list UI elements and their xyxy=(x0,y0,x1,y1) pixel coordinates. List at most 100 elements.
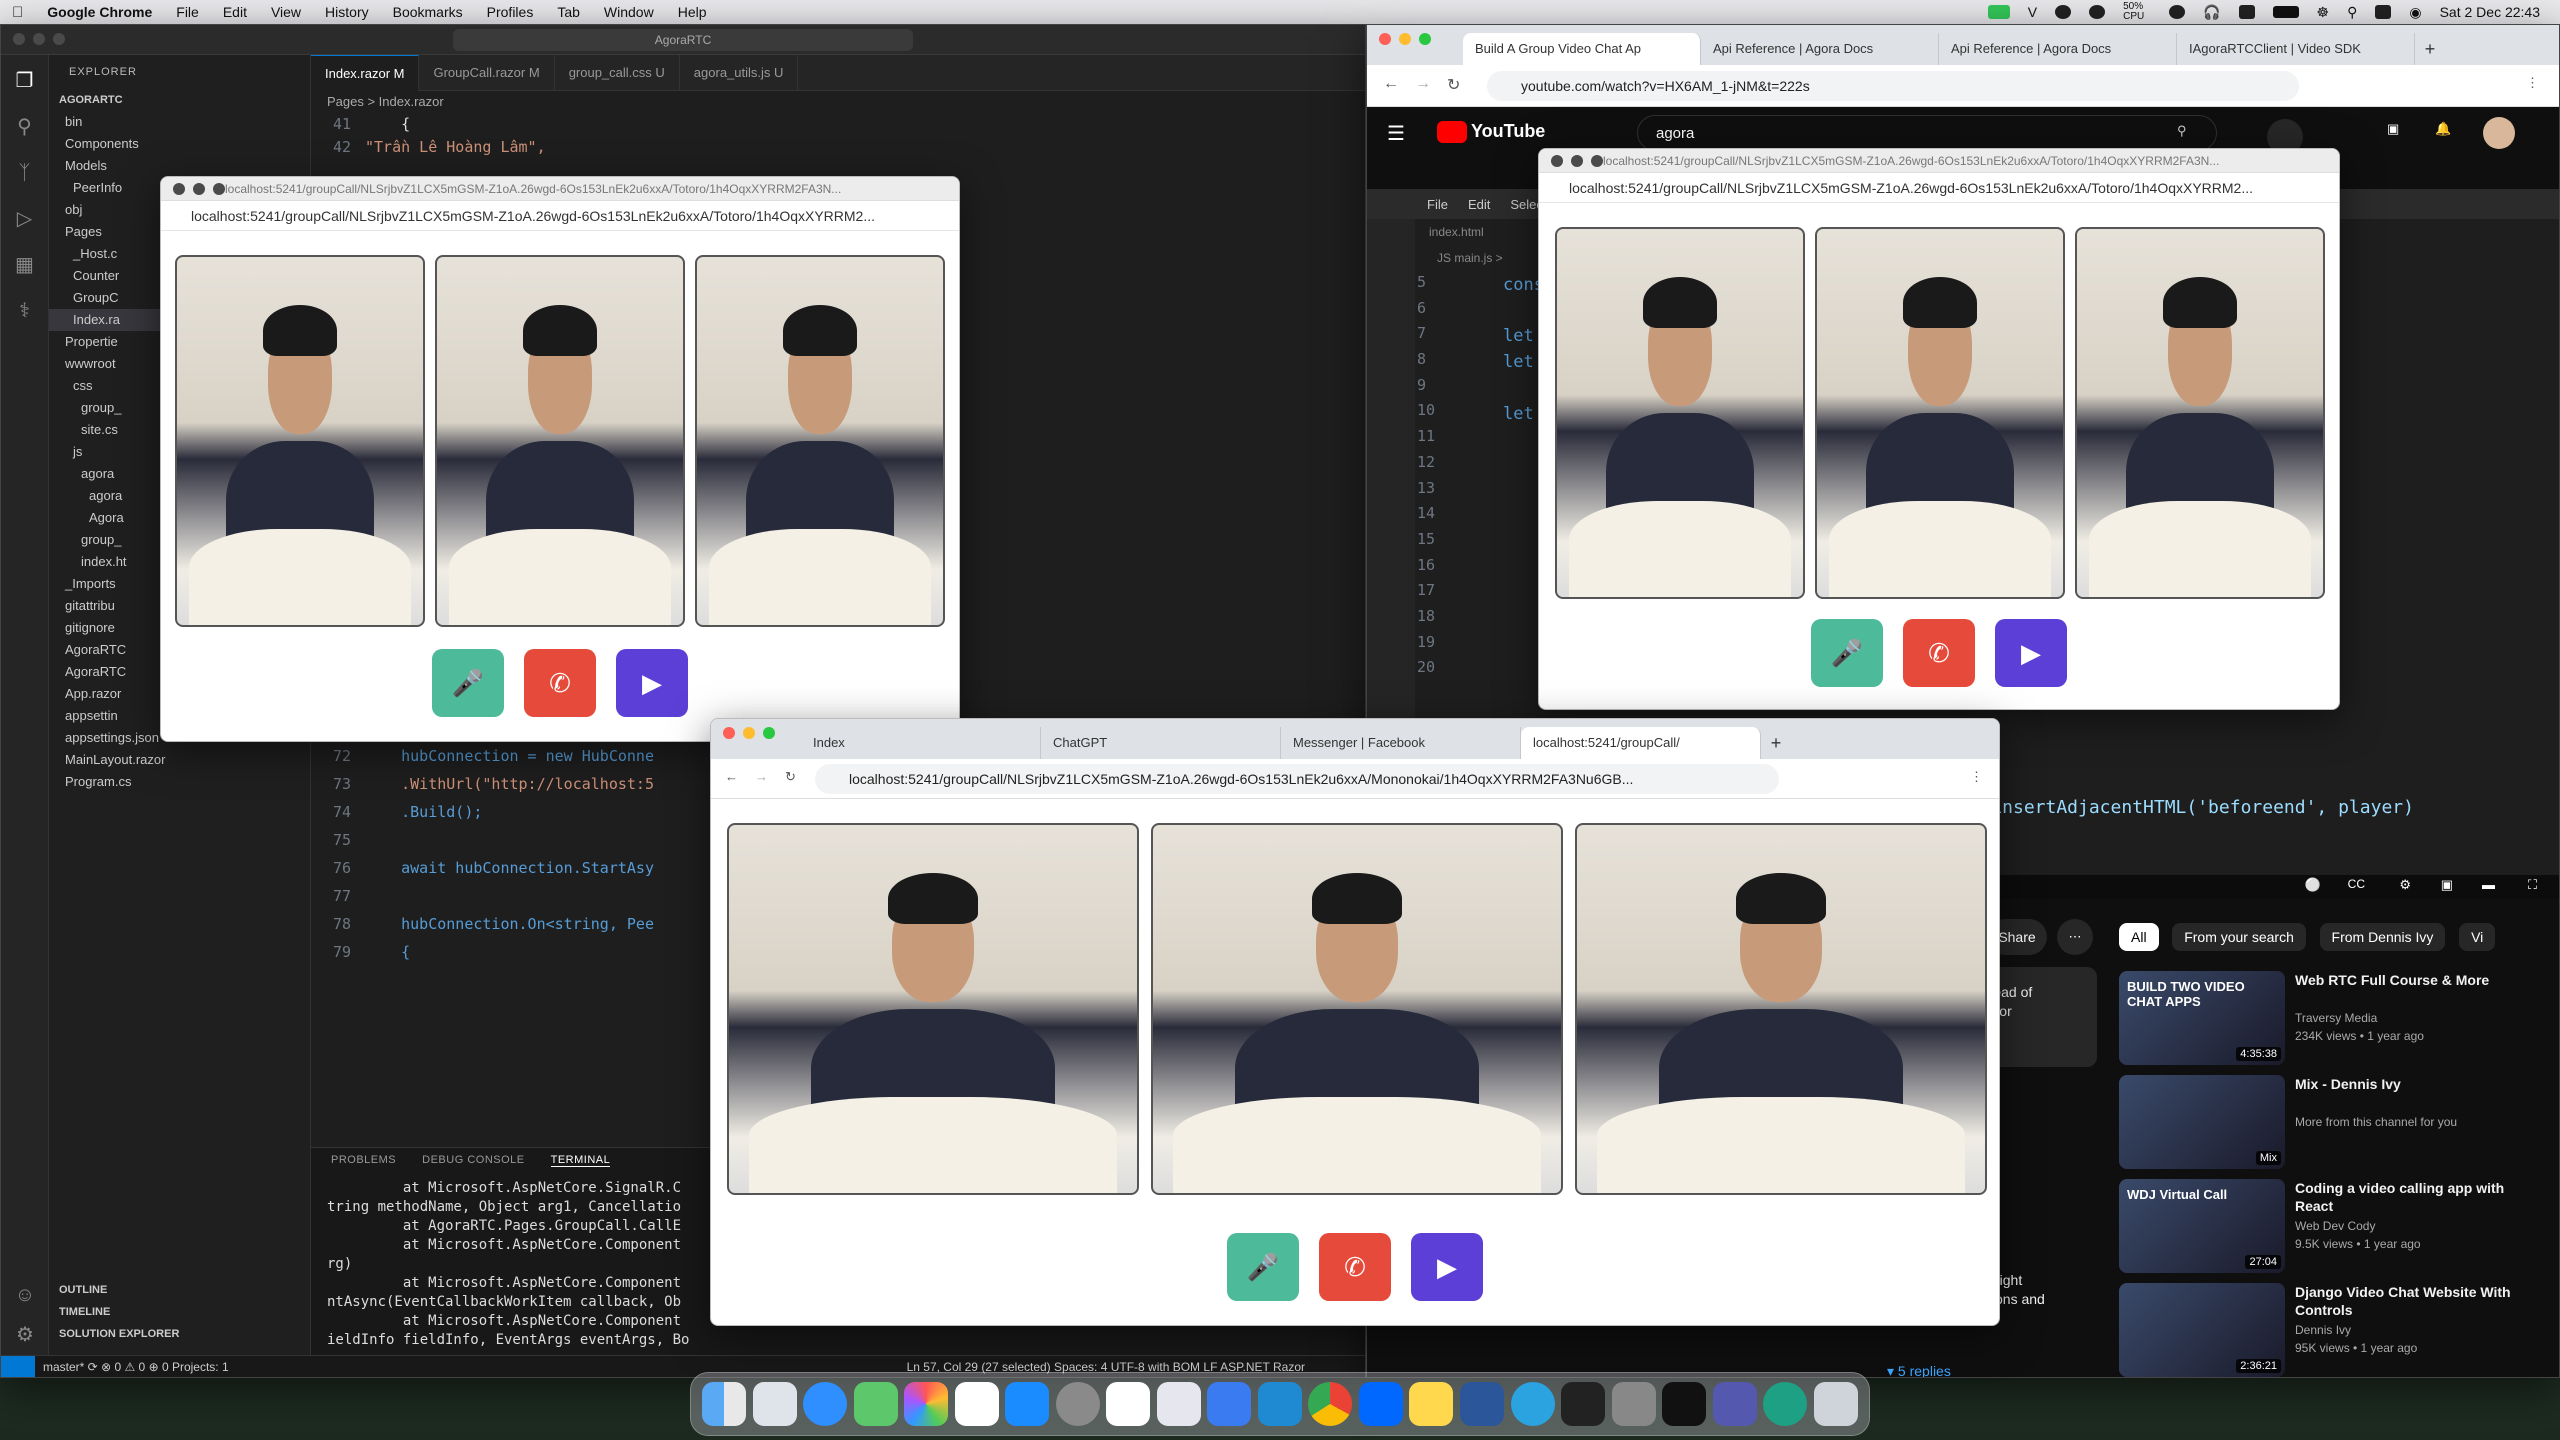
word-pad-icon[interactable] xyxy=(1156,1382,1201,1426)
timer-icon[interactable] xyxy=(2169,5,2186,19)
video-channel[interactable]: Traversy Media xyxy=(2295,1011,2539,1025)
video-thumbnail[interactable]: BUILD TWO VIDEO CHAT APPS 4:35:38 xyxy=(2119,971,2285,1065)
project-root[interactable]: AGORARTC xyxy=(49,89,310,111)
wifi-icon[interactable]: ☸ xyxy=(2317,4,2330,21)
timeline-section[interactable]: TIMELINE xyxy=(49,1301,310,1323)
hamburger-icon[interactable]: ☰ xyxy=(1387,121,1413,146)
testing-icon[interactable]: ⚕ xyxy=(13,299,37,323)
video-title[interactable]: Mix - Dennis Ivy xyxy=(2295,1075,2539,1093)
zalo-icon[interactable] xyxy=(1358,1382,1403,1426)
tab-youtube[interactable]: Build A Group Video Chat Ap xyxy=(1463,33,1701,65)
mic-button[interactable]: 🎤 xyxy=(1227,1233,1299,1301)
reminders-icon[interactable] xyxy=(954,1382,999,1426)
new-tab-button[interactable]: + xyxy=(1761,727,1791,759)
run-debug-icon[interactable]: ▷ xyxy=(13,207,37,231)
video-title[interactable]: Coding a video calling app with React xyxy=(2295,1179,2539,1215)
headphones-icon[interactable]: 🎧 xyxy=(2203,4,2220,21)
notes-icon[interactable] xyxy=(1409,1382,1454,1426)
end-call-button[interactable]: ✆ xyxy=(1903,619,1975,687)
fullscreen-icon[interactable]: ⛶ xyxy=(2528,877,2537,893)
related-video-item[interactable]: BUILD TWO VIDEO CHAT APPS 4:35:38 Web RTC … xyxy=(2119,971,2539,1067)
video-channel[interactable]: More from this channel for you xyxy=(2295,1115,2539,1129)
chip-from-dennis[interactable]: From Dennis Ivy xyxy=(2319,923,2446,951)
more-icon[interactable]: ⋮ xyxy=(1970,769,1983,785)
camera-button[interactable]: ▶ xyxy=(616,649,688,717)
battery-icon[interactable] xyxy=(2272,6,2299,18)
popup-url[interactable]: localhost:5241/groupCall/NLSrjbvZ1LCX5mG… xyxy=(161,201,959,231)
microsoft-word-icon[interactable] xyxy=(1459,1382,1504,1426)
video-channel[interactable]: Dennis Ivy xyxy=(2295,1323,2539,1337)
explorer-icon[interactable]: ❐ xyxy=(13,69,37,93)
related-video-item[interactable]: WDJ Virtual Call 27:04 Coding a video call… xyxy=(2119,1179,2539,1275)
tree-item[interactable]: Program.cs xyxy=(49,771,310,793)
app-store-icon[interactable] xyxy=(1005,1382,1050,1426)
close-popup-button[interactable] xyxy=(1551,155,1563,167)
address-bar[interactable]: youtube.com/watch?v=HX6AM_1-jNM&t=222s xyxy=(1487,71,2299,101)
autoplay-toggle[interactable]: ⚪ xyxy=(2305,877,2321,893)
close-window-button[interactable] xyxy=(1379,33,1391,45)
close-window-button[interactable] xyxy=(13,33,25,45)
menubar-item-profiles[interactable]: Profiles xyxy=(475,4,546,20)
close-popup-button[interactable] xyxy=(173,183,185,195)
menubar-clock[interactable]: Sat 2 Dec 22:43 xyxy=(2440,4,2540,20)
back-button[interactable]: ← xyxy=(725,769,738,784)
zoom-window-button[interactable] xyxy=(763,727,775,739)
vscode-search-box[interactable]: AgoraRTC xyxy=(453,29,913,51)
end-call-button[interactable]: ✆ xyxy=(1319,1233,1391,1301)
forward-button[interactable]: → xyxy=(1415,75,1431,93)
activity-monitor-icon[interactable] xyxy=(1662,1382,1707,1426)
remote-indicator[interactable] xyxy=(1,1355,35,1377)
control-center-icon[interactable] xyxy=(2375,5,2392,19)
video-title[interactable]: Web RTC Full Course & More xyxy=(2295,971,2539,989)
tree-item[interactable]: Models xyxy=(49,155,310,177)
theater-icon[interactable]: ▬ xyxy=(2482,877,2495,892)
video-title[interactable]: Django Video Chat Website With Controls xyxy=(2295,1283,2539,1319)
mic-button[interactable]: 🎤 xyxy=(1811,619,1883,687)
edge-icon[interactable] xyxy=(1763,1382,1808,1426)
video-thumbnail[interactable]: WDJ Virtual Call 27:04 xyxy=(2119,1179,2285,1273)
minimize-popup-button[interactable] xyxy=(1571,155,1583,167)
solution-explorer-section[interactable]: SOLUTION EXPLORER xyxy=(49,1323,310,1345)
miniplayer-icon[interactable]: ▣ xyxy=(2441,877,2453,893)
menubar-item-edit[interactable]: Edit xyxy=(211,4,259,20)
video-thumbnail[interactable]: 2:36:21 xyxy=(2119,1283,2285,1377)
teams-icon[interactable] xyxy=(1712,1382,1757,1426)
tab-debug-console[interactable]: DEBUG CONSOLE xyxy=(422,1154,524,1167)
status-git[interactable]: master* ⟳ ⊗ 0 ⚠ 0 ⊕ 0 Projects: 1 xyxy=(43,1360,229,1374)
chip-from-search[interactable]: From your search xyxy=(2172,923,2306,951)
youtube-logo-icon[interactable] xyxy=(1437,121,1467,143)
search-spotlight-icon[interactable]: ⚲ xyxy=(2347,4,2357,21)
tab-groupcall-razor[interactable]: GroupCall.razor M xyxy=(419,55,555,91)
reload-button[interactable]: ↻ xyxy=(785,769,796,785)
zoom-window-button[interactable] xyxy=(53,33,65,45)
replies-link[interactable]: ▾ 5 replies xyxy=(1887,1363,1951,1377)
zoom-window-button[interactable] xyxy=(1419,33,1431,45)
close-window-button[interactable] xyxy=(723,727,735,739)
account-icon[interactable]: ☺ xyxy=(13,1283,37,1307)
camera-button[interactable]: ▶ xyxy=(1411,1233,1483,1301)
maps-icon[interactable] xyxy=(853,1382,898,1426)
tab-agora-sdk[interactable]: IAgoraRTCClient | Video SDK xyxy=(2177,33,2415,65)
video-thumbnail[interactable]: Mix xyxy=(2119,1075,2285,1169)
apple-icon[interactable]:  xyxy=(0,4,35,21)
vscode-icon[interactable] xyxy=(1257,1382,1302,1426)
forward-button[interactable]: → xyxy=(755,769,768,784)
youtube-search-input[interactable]: agora xyxy=(1637,115,2217,151)
menubar-item-view[interactable]: View xyxy=(259,4,313,20)
tab-agora-api-1[interactable]: Api Reference | Agora Docs xyxy=(1701,33,1939,65)
menu-extra-2-icon[interactable] xyxy=(2089,5,2106,19)
terminal-icon[interactable] xyxy=(1561,1382,1606,1426)
menubar-item-window[interactable]: Window xyxy=(592,4,666,20)
create-icon[interactable]: ▣ xyxy=(2387,121,2399,137)
launchpad-icon[interactable] xyxy=(752,1382,797,1426)
video-channel[interactable]: Web Dev Cody xyxy=(2295,1219,2539,1233)
reload-button[interactable]: ↻ xyxy=(1447,75,1460,95)
avatar[interactable] xyxy=(2483,117,2515,149)
captions-icon[interactable]: CC xyxy=(2348,877,2365,891)
tab-messenger[interactable]: Messenger | Facebook xyxy=(1281,727,1521,759)
minimize-window-button[interactable] xyxy=(743,727,755,739)
tree-item[interactable]: bin xyxy=(49,111,310,133)
tab-terminal[interactable]: TERMINAL xyxy=(550,1154,611,1167)
chip-more[interactable]: Vi xyxy=(2459,923,2496,951)
zoom-popup-button[interactable] xyxy=(213,183,225,195)
